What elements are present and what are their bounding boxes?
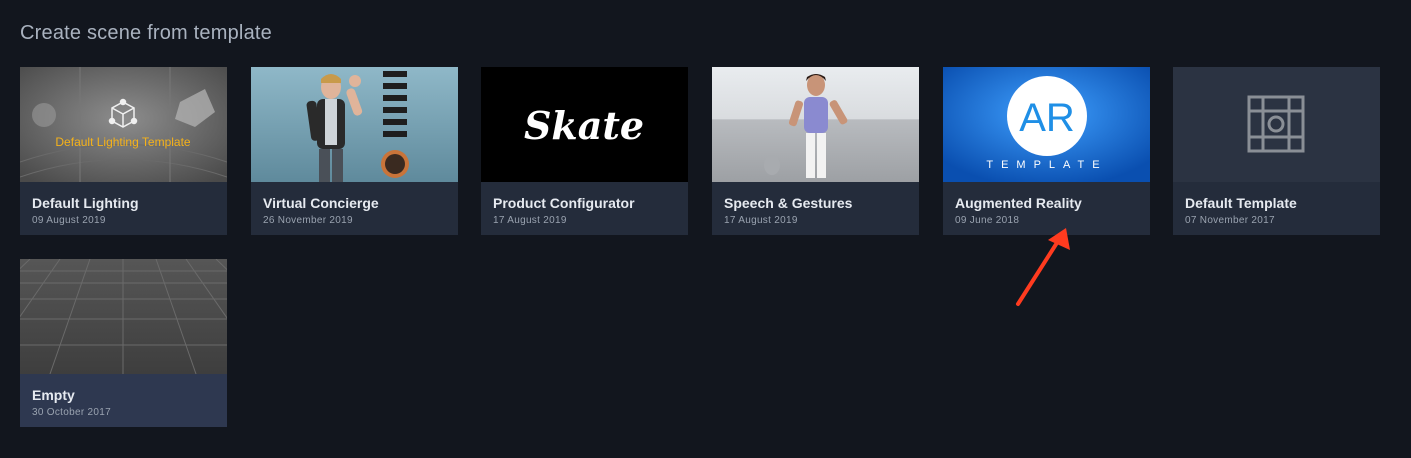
thumbnail-label: Skate (524, 103, 644, 148)
template-name: Product Configurator (493, 195, 635, 211)
template-thumbnail (1173, 67, 1380, 182)
grid-floor-icon (20, 259, 227, 374)
template-card-speech-gestures[interactable]: Speech & Gestures 17 August 2019 (712, 67, 919, 235)
template-date: 30 October 2017 (32, 407, 111, 418)
template-card-product-configurator[interactable]: Skate Product Configurator 17 August 201… (481, 67, 688, 235)
template-name: Speech & Gestures (724, 195, 853, 211)
template-date: 07 November 2017 (1185, 215, 1275, 226)
annotation-arrow-icon (1016, 228, 1070, 306)
template-thumbnail (712, 67, 919, 182)
template-name: Default Lighting (32, 195, 139, 211)
template-name: Default Template (1185, 195, 1297, 211)
template-card-virtual-concierge[interactable]: Virtual Concierge 26 November 2019 (251, 67, 458, 235)
template-date: 26 November 2019 (263, 215, 353, 226)
template-date: 17 August 2019 (724, 215, 798, 226)
thumbnail-label: Default Lighting Template (55, 135, 191, 149)
template-date: 09 August 2019 (32, 215, 106, 226)
template-name: Augmented Reality (955, 195, 1082, 211)
template-date: 17 August 2019 (493, 215, 567, 226)
template-name: Virtual Concierge (263, 195, 379, 211)
template-card-augmented-reality[interactable]: AR TEMPLATE Augmented Reality 09 June 20… (943, 67, 1150, 235)
template-thumbnail: Default Lighting Template (20, 67, 227, 182)
template-card-default-template[interactable]: Default Template 07 November 2017 (1173, 67, 1380, 235)
template-card-default-lighting[interactable]: Default Lighting Template Default Lighti… (20, 67, 227, 235)
template-thumbnail (251, 67, 458, 182)
thumbnail-label: AR (1019, 96, 1075, 140)
thumbnail-sublabel: TEMPLATE (986, 159, 1107, 171)
template-thumbnail: AR TEMPLATE (943, 67, 1150, 182)
template-thumbnail: Skate (481, 67, 688, 182)
template-thumbnail (20, 259, 227, 374)
template-name: Empty (32, 387, 75, 403)
template-card-empty[interactable]: Empty 30 October 2017 (20, 259, 227, 427)
page-title: Create scene from template (20, 22, 272, 44)
